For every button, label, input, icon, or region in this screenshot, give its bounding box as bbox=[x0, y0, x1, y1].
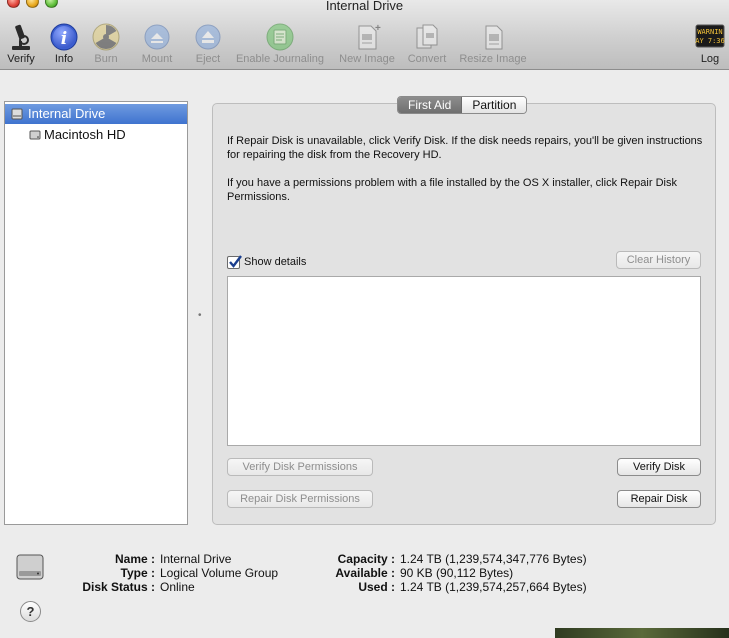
verify-disk-button[interactable]: Verify Disk bbox=[617, 458, 701, 476]
eject-button[interactable]: Eject bbox=[190, 22, 226, 68]
type-value: Logical Volume Group bbox=[160, 566, 279, 580]
split-view-handle[interactable]: • bbox=[198, 310, 202, 321]
available-value: 90 KB (90,112 Bytes) bbox=[400, 566, 514, 580]
repair-disk-permissions-button[interactable]: Repair Disk Permissions bbox=[227, 490, 373, 508]
capacity-key: Capacity : bbox=[337, 552, 395, 566]
capacity-value: 1.24 TB (1,239,574,347,776 Bytes) bbox=[400, 552, 587, 566]
new-image-label: New Image bbox=[339, 53, 395, 65]
log-button[interactable]: WARNIN AY 7:36 Log bbox=[692, 22, 728, 68]
disk-status-value: Online bbox=[160, 580, 195, 594]
used-key: Used : bbox=[358, 580, 395, 594]
eject-icon bbox=[195, 24, 221, 50]
resize-image-button[interactable]: Resize Image bbox=[456, 22, 530, 68]
info-icon: i bbox=[50, 23, 78, 51]
sidebar-item-label: Internal Drive bbox=[28, 106, 106, 121]
used-value: 1.24 TB (1,239,574,257,664 Bytes) bbox=[400, 580, 587, 594]
svg-text:+: + bbox=[375, 23, 381, 34]
details-log[interactable] bbox=[227, 276, 701, 446]
hard-drive-icon bbox=[11, 108, 23, 120]
burn-button[interactable]: Burn bbox=[88, 22, 124, 68]
tab-bar: First Aid Partition bbox=[397, 96, 528, 114]
journaling-icon bbox=[266, 23, 294, 51]
tab-first-aid[interactable]: First Aid bbox=[398, 97, 463, 113]
convert-icon bbox=[416, 24, 438, 49]
new-image-button[interactable]: + New Image bbox=[336, 22, 398, 68]
sidebar-item-label: Macintosh HD bbox=[44, 127, 126, 142]
disk-list[interactable]: Internal Drive Macintosh HD bbox=[4, 101, 188, 525]
disk-status-key: Disk Status : bbox=[82, 580, 155, 594]
verify-disk-permissions-button[interactable]: Verify Disk Permissions bbox=[227, 458, 373, 476]
available-key: Available : bbox=[335, 566, 395, 580]
burn-label: Burn bbox=[94, 53, 118, 65]
mount-label: Mount bbox=[141, 53, 173, 65]
new-image-icon: + bbox=[358, 23, 381, 50]
name-value: Internal Drive bbox=[160, 552, 232, 566]
sidebar-item-internal-drive[interactable]: Internal Drive bbox=[5, 104, 187, 124]
convert-button[interactable]: Convert bbox=[404, 22, 450, 68]
sidebar-item-macintosh-hd[interactable]: Macintosh HD bbox=[5, 125, 187, 145]
repair-disk-button[interactable]: Repair Disk bbox=[617, 490, 701, 508]
type-key: Type : bbox=[120, 566, 155, 580]
info-label: Info bbox=[54, 53, 74, 65]
first-aid-panel: If Repair Disk is unavailable, click Ver… bbox=[212, 103, 716, 525]
log-icon-line1: WARNIN bbox=[697, 28, 722, 36]
microscope-icon bbox=[12, 24, 30, 50]
enable-journaling-button[interactable]: Enable Journaling bbox=[232, 22, 328, 68]
verify-label: Verify bbox=[7, 53, 35, 65]
tab-partition[interactable]: Partition bbox=[462, 97, 527, 113]
disk-info-bar: Name : Internal Drive Type : Logical Vol… bbox=[0, 540, 729, 638]
resize-image-icon bbox=[485, 25, 503, 50]
desktop-background bbox=[555, 628, 729, 638]
radiation-icon bbox=[92, 23, 120, 51]
log-label: Log bbox=[700, 53, 720, 65]
info-button[interactable]: i Info bbox=[46, 22, 82, 68]
disk-utility-window: Internal Drive Verify i Info Burn Mount … bbox=[0, 0, 729, 638]
name-key: Name : bbox=[114, 552, 155, 566]
window-title: Internal Drive bbox=[325, 0, 404, 13]
mount-icon bbox=[144, 24, 170, 50]
toolbar: Internal Drive Verify i Info Burn Mount … bbox=[0, 0, 729, 70]
resize-image-label: Resize Image bbox=[459, 53, 527, 65]
eject-label: Eject bbox=[195, 53, 221, 65]
show-details-label: Show details bbox=[244, 256, 307, 268]
log-icon-line2: AY 7:36 bbox=[695, 37, 725, 45]
mount-button[interactable]: Mount bbox=[136, 22, 178, 68]
log-icon: WARNIN AY 7:36 bbox=[695, 24, 725, 48]
verify-button[interactable]: Verify bbox=[2, 22, 40, 68]
clear-history-button[interactable]: Clear History bbox=[616, 251, 701, 269]
checkbox-box[interactable] bbox=[227, 254, 242, 269]
permissions-instructions: If you have a permissions problem with a… bbox=[227, 177, 677, 203]
volume-icon bbox=[29, 130, 41, 140]
checkmark-icon bbox=[229, 254, 242, 268]
help-button[interactable]: ? bbox=[20, 601, 41, 622]
show-details-checkbox[interactable]: Show details bbox=[227, 254, 307, 269]
convert-label: Convert bbox=[407, 53, 447, 65]
hard-drive-icon bbox=[16, 554, 44, 580]
enable-journaling-label: Enable Journaling bbox=[235, 53, 325, 65]
repair-instructions: If Repair Disk is unavailable, click Ver… bbox=[227, 135, 703, 161]
svg-text:i: i bbox=[61, 29, 67, 49]
